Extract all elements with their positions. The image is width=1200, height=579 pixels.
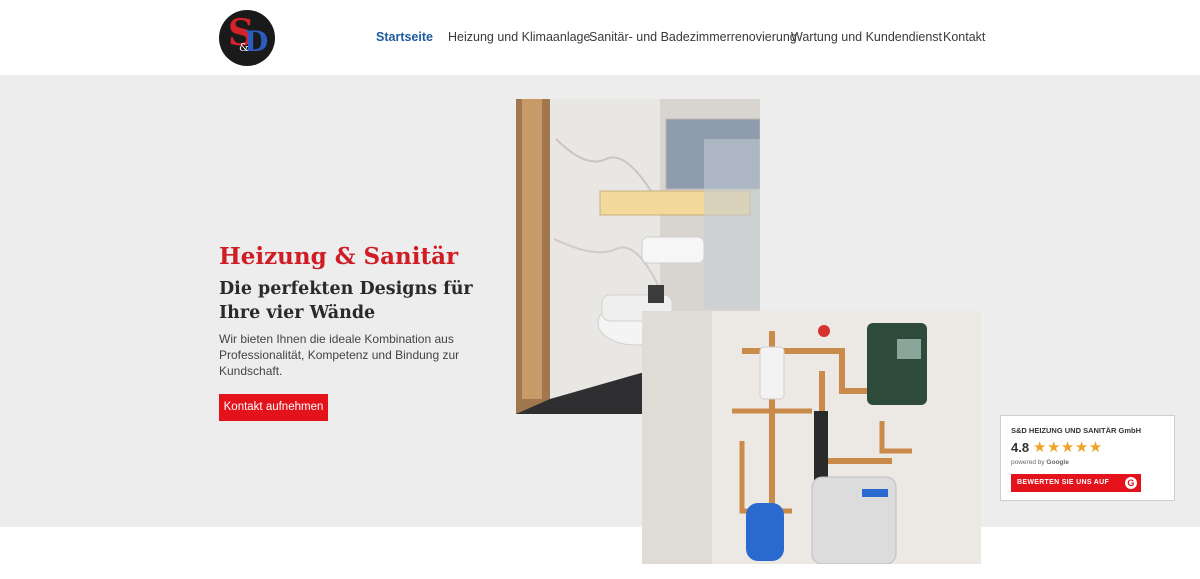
- company-logo[interactable]: S D &: [219, 10, 275, 66]
- review-company-name: S&D HEIZUNG UND SANITÄR GmbH: [1011, 426, 1142, 435]
- review-us-label: BEWERTEN SIE UNS AUF: [1017, 479, 1110, 486]
- nav-item-heizung-klimaanlage[interactable]: Heizung und Klimaanlage: [448, 30, 590, 44]
- google-review-widget: S&D HEIZUNG UND SANITÄR GmbH 4.8 ★★★★★ p…: [1000, 415, 1175, 501]
- review-rating: 4.8: [1011, 440, 1030, 455]
- nav-item-sanitaer-badezimmer[interactable]: Sanitär- und Badezimmerrenovierung: [589, 30, 797, 44]
- nav-item-wartung-kundendienst[interactable]: Wartung und Kundendienst: [791, 30, 942, 44]
- logo-ampersand: &: [239, 41, 249, 54]
- star-rating-icon: ★★★★★: [1033, 439, 1103, 456]
- review-us-button[interactable]: BEWERTEN SIE UNS AUF G: [1011, 474, 1141, 492]
- google-icon: G: [1125, 477, 1137, 489]
- hero-subtitle: Die perfekten Designs für Ihre vier Wänd…: [219, 279, 473, 323]
- heating-system-photo: [642, 311, 981, 564]
- hero-title: Heizung & Sanitär: [219, 243, 459, 270]
- contact-button[interactable]: Kontakt aufnehmen: [219, 394, 328, 421]
- google-logo-text: Google: [1046, 459, 1069, 466]
- powered-by-google: powered by Google: [1011, 459, 1069, 466]
- page: S D & Startseite Heizung und Klimaanlage…: [0, 0, 1200, 579]
- nav-item-startseite[interactable]: Startseite: [376, 30, 433, 44]
- hero-description: Wir bieten Ihnen die ideale Kombination …: [219, 332, 460, 378]
- powered-by-label: powered by: [1011, 459, 1045, 466]
- site-header: S D & Startseite Heizung und Klimaanlage…: [0, 0, 1200, 75]
- nav-item-kontakt[interactable]: Kontakt: [943, 30, 985, 44]
- heating-illustration: [642, 311, 981, 564]
